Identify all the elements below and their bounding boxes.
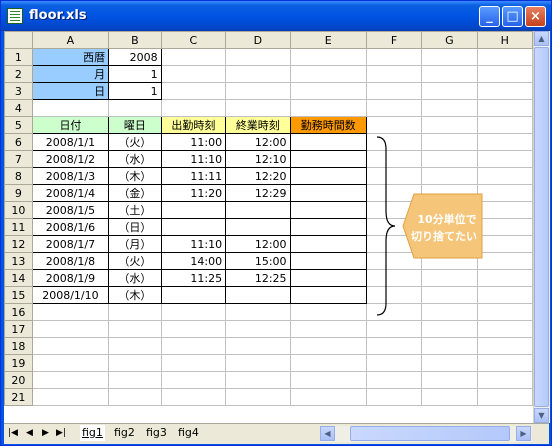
callout-arrow <box>402 193 483 259</box>
minimize-button[interactable]: _ <box>479 6 500 27</box>
scroll-up-arrow[interactable]: ▲ <box>534 31 549 46</box>
last-sheet-icon[interactable]: ▶| <box>56 428 66 438</box>
sheet-tab-bar: |◀ ◀ ▶ ▶| fig1 fig2 fig3 fig4 ◀ ▶ <box>4 423 549 444</box>
scroll-down-arrow[interactable]: ▼ <box>534 408 549 423</box>
first-sheet-icon[interactable]: |◀ <box>8 428 18 438</box>
tab-fig4[interactable]: fig4 <box>176 425 201 441</box>
prev-sheet-icon[interactable]: ◀ <box>26 428 33 438</box>
title-bar[interactable]: floor.xls _ □ × <box>1 1 551 31</box>
horizontal-scrollbar[interactable]: ◀ ▶ <box>320 426 532 442</box>
next-sheet-icon[interactable]: ▶ <box>42 428 49 438</box>
annotation-layer: 10分単位で 切り捨てたい <box>376 136 483 316</box>
curly-brace <box>376 136 396 316</box>
vertical-scrollbar[interactable]: ▲ ▼ <box>533 31 550 423</box>
close-button[interactable]: × <box>525 6 546 27</box>
workbook-client: A B C D E F G H 1 西暦 2008 2 月 1 3 日 1 4 5 日付 曜日 出勤時刻 終業時刻 勤務時間数… <box>4 31 550 444</box>
maximize-button[interactable]: □ <box>502 6 523 27</box>
horizontal-scroll-thumb[interactable] <box>350 426 510 441</box>
excel-window: floor.xls _ □ × A B C D E F G H 1 西暦 2008 2 月 1 3 日 1 4 5 日… <box>0 0 552 446</box>
tab-fig2[interactable]: fig2 <box>112 425 137 441</box>
vertical-scroll-thumb[interactable] <box>534 47 549 407</box>
scroll-left-arrow[interactable]: ◀ <box>320 426 335 441</box>
callout-line-1: 10分単位で <box>417 212 476 226</box>
callout-line-2: 切り捨てたい <box>411 229 477 243</box>
tab-fig1[interactable]: fig1 <box>80 425 105 441</box>
excel-app-icon[interactable] <box>7 8 23 24</box>
tab-fig3[interactable]: fig3 <box>144 425 169 441</box>
scroll-right-arrow[interactable]: ▶ <box>516 426 531 441</box>
window-title: floor.xls <box>29 8 87 23</box>
sheet-grid[interactable]: A B C D E F G H 1 西暦 2008 2 月 1 3 日 1 4 5 日付 曜日 出勤時刻 終業時刻 勤務時間数… <box>4 31 533 423</box>
